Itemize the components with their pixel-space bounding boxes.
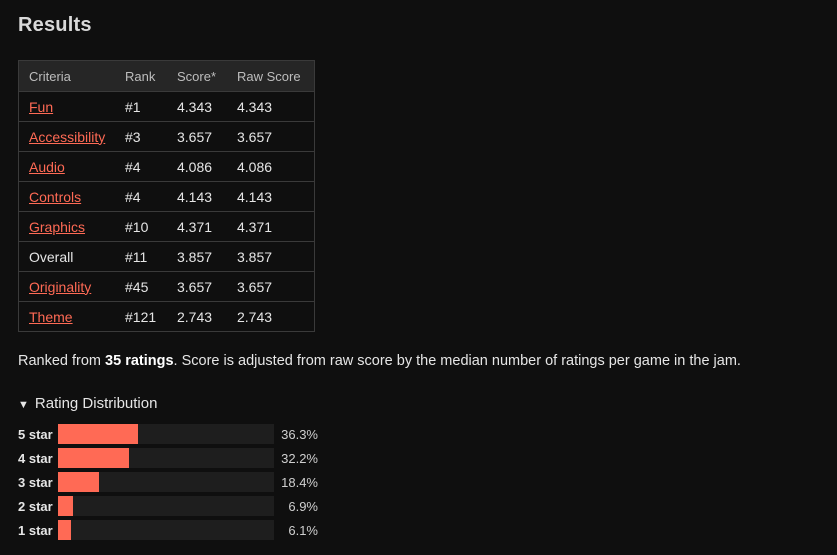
table-row: Overall #11 3.857 3.857	[18, 241, 315, 272]
results-page: Results Criteria Rank Score* Raw Score F…	[0, 0, 837, 555]
score-cell: 3.657	[167, 271, 227, 302]
table-row: Controls #4 4.143 4.143	[18, 181, 315, 212]
distribution-row: 2 star 6.9%	[18, 496, 328, 520]
criteria-link-audio[interactable]: Audio	[29, 159, 65, 175]
criteria-link-graphics[interactable]: Graphics	[29, 219, 85, 235]
score-cell: 4.343	[167, 91, 227, 122]
criteria-link-fun[interactable]: Fun	[29, 99, 53, 115]
raw-score-cell: 2.743	[237, 308, 273, 325]
distribution-bar-fill	[58, 472, 99, 492]
table-row: Originality #45 3.657 3.657	[18, 271, 315, 302]
table-row: Fun #1 4.343 4.343	[18, 91, 315, 122]
criteria-cell: Theme	[19, 302, 116, 332]
criteria-cell: Controls	[18, 181, 115, 212]
distribution-percent: 6.1%	[288, 523, 318, 538]
rank-cell: #3	[115, 121, 167, 152]
distribution-row: 5 star 36.3%	[18, 424, 328, 448]
rating-distribution-toggle[interactable]: ▼ Rating Distribution	[18, 395, 157, 412]
header-criteria: Criteria	[18, 60, 115, 92]
criteria-cell: Originality	[18, 271, 115, 302]
distribution-bar-track	[58, 520, 274, 540]
distribution-bar-fill	[58, 496, 73, 516]
distribution-percent: 6.9%	[288, 499, 318, 514]
rank-cell: #4	[115, 151, 167, 182]
distribution-row: 1 star 6.1%	[18, 520, 328, 544]
rating-distribution: 5 star 36.3% 4 star 32.2% 3 star 18.4% 2 star 6…	[18, 424, 328, 544]
distribution-bar-fill	[58, 424, 138, 444]
distribution-label: 4 star	[18, 451, 53, 466]
rank-cell: #4	[115, 181, 167, 212]
distribution-bar-track	[58, 472, 274, 492]
distribution-bar-fill	[58, 448, 129, 468]
distribution-percent: 36.3%	[281, 427, 318, 442]
distribution-percent: 18.4%	[281, 475, 318, 490]
criteria-cell: Overall	[18, 241, 115, 272]
summary-prefix: Ranked from	[18, 353, 106, 369]
raw-score-cell: 4.143	[227, 181, 315, 212]
table-row: Accessibility #3 3.657 3.657	[18, 121, 315, 152]
header-rank: Rank	[115, 60, 167, 92]
table-row: Theme #121 2.743 2.743	[19, 302, 315, 332]
score-cell: 4.371	[167, 211, 227, 242]
distribution-label: 5 star	[18, 427, 53, 442]
ranking-summary: Ranked from 35 ratings. Score is adjuste…	[18, 353, 741, 369]
distribution-bar-track	[58, 448, 274, 468]
distribution-bar-track	[58, 496, 274, 516]
results-table: Criteria Rank Score* Raw Score Fun #1 4.34…	[18, 60, 315, 332]
distribution-bar-track	[58, 424, 274, 444]
criteria-cell: Accessibility	[18, 121, 115, 152]
score-cell: 3.657	[167, 121, 227, 152]
criteria-cell: Fun	[18, 91, 115, 122]
score-cell: 4.086	[167, 151, 227, 182]
table-row: Audio #4 4.086 4.086	[18, 151, 315, 182]
criteria-link-theme[interactable]: Theme	[29, 309, 73, 325]
distribution-row: 3 star 18.4%	[18, 472, 328, 496]
triangle-down-icon: ▼	[18, 399, 29, 411]
criteria-link-originality[interactable]: Originality	[29, 279, 91, 295]
rank-cell: #10	[115, 211, 167, 242]
raw-score-cell: 4.343	[227, 91, 315, 122]
raw-score-cell: 4.371	[227, 211, 315, 242]
rank-cell: #11	[115, 241, 167, 272]
summary-suffix: . Score is adjusted from raw score by th…	[173, 353, 741, 369]
rank-cell: #121	[125, 308, 157, 325]
score-cell: 2.743	[177, 308, 213, 325]
rank-cell: #1	[115, 91, 167, 122]
criteria-link-controls[interactable]: Controls	[29, 189, 81, 205]
distribution-bar-fill	[58, 520, 71, 540]
criteria-cell: Audio	[18, 151, 115, 182]
raw-score-cell: 3.657	[227, 271, 315, 302]
results-title: Results	[18, 14, 92, 36]
raw-score-cell: 4.086	[227, 151, 315, 182]
rating-distribution-label: Rating Distribution	[34, 395, 158, 412]
distribution-row: 4 star 32.2%	[18, 448, 328, 472]
distribution-label: 2 star	[18, 499, 53, 514]
score-cell: 4.143	[167, 181, 227, 212]
raw-score-cell: 3.657	[227, 121, 315, 152]
criteria-cell: Graphics	[18, 211, 115, 242]
table-row: Graphics #10 4.371 4.371	[18, 211, 315, 242]
criteria-link-accessibility[interactable]: Accessibility	[29, 129, 105, 145]
raw-score-cell: 3.857	[227, 241, 315, 272]
header-raw-score: Raw Score	[227, 60, 315, 92]
score-cell: 3.857	[167, 241, 227, 272]
distribution-label: 1 star	[18, 523, 53, 538]
distribution-percent: 32.2%	[281, 451, 318, 466]
distribution-label: 3 star	[18, 475, 53, 490]
ratings-count: 35 ratings	[105, 353, 174, 369]
rank-cell: #45	[115, 271, 167, 302]
header-score: Score*	[167, 60, 227, 92]
table-header-row: Criteria Rank Score* Raw Score	[18, 60, 315, 92]
